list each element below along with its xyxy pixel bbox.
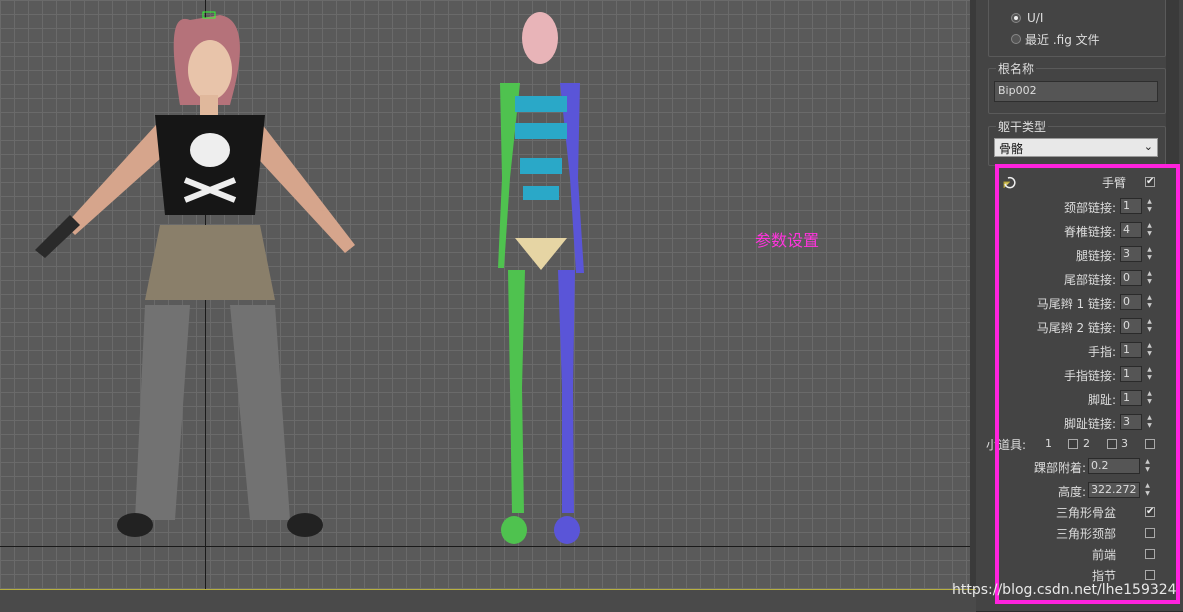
spinner-buttons[interactable]: ▲ ▼ — [1145, 318, 1154, 334]
spinner-buttons[interactable]: ▲ ▼ — [1145, 294, 1154, 310]
option-checkbox[interactable] — [1145, 549, 1155, 559]
spinner-input[interactable]: 1 — [1120, 198, 1142, 214]
spinner-label: 马尾辫 2 链接: — [1036, 321, 1116, 335]
spinner-buttons[interactable]: ▲ ▼ — [1145, 246, 1154, 262]
timeline-bar[interactable] — [0, 589, 976, 612]
spinner-label: 脚趾: — [1087, 393, 1116, 407]
root-name-title: 根名称 — [996, 60, 1037, 77]
panel-scrollbar[interactable] — [1166, 0, 1179, 164]
spinner-buttons[interactable]: ▲ ▼ — [1145, 414, 1154, 430]
ankle-input[interactable]: 0.2 — [1088, 458, 1140, 474]
spinner-label: 尾部链接: — [1063, 273, 1116, 287]
spinner-input[interactable]: 3 — [1120, 414, 1142, 430]
radio-ui-label: U/I — [1027, 11, 1044, 25]
option-checkbox[interactable] — [1145, 528, 1155, 538]
spinner-input[interactable]: 0 — [1120, 294, 1142, 310]
spinner-input[interactable]: 0 — [1120, 270, 1142, 286]
spinner-label: 手指链接: — [1063, 369, 1116, 383]
spinner-label: 脚趾链接: — [1063, 417, 1116, 431]
spinner-buttons[interactable]: ▲ ▼ — [1145, 390, 1154, 406]
watermark: https://blog.csdn.net/lhe159324 — [952, 582, 1177, 598]
spinner-label: 颈部链接: — [1063, 201, 1116, 215]
props-opt2-checkbox[interactable] — [1107, 439, 1117, 449]
spinner-buttons[interactable]: ▲ ▼ — [1145, 366, 1154, 382]
option-checkbox[interactable] — [1145, 570, 1155, 580]
spinner-label: 腿链接: — [1075, 249, 1116, 263]
body-type-value: 骨骼 — [999, 142, 1024, 156]
props-label: 小道具: — [986, 438, 1027, 452]
props-opt3-checkbox[interactable] — [1145, 439, 1155, 449]
arms-checkbox[interactable]: ✔ — [1145, 177, 1155, 187]
arms-label: 手臂 — [1102, 176, 1127, 190]
perspective-viewport[interactable]: 参数设置 — [0, 0, 976, 611]
radio-ui[interactable] — [1011, 13, 1021, 23]
ankle-spinner-buttons[interactable]: ▲ ▼ — [1143, 458, 1152, 474]
option-checkbox[interactable]: ✔ — [1145, 507, 1155, 517]
radio-recent-label: 最近 .fig 文件 — [1025, 33, 1100, 47]
biped-skeleton[interactable] — [470, 8, 620, 548]
spinner-buttons[interactable]: ▲ ▼ — [1145, 198, 1154, 214]
chevron-down-icon: ⌄ — [1143, 140, 1153, 153]
height-input[interactable]: 322.272 — [1088, 482, 1140, 498]
root-name-field[interactable]: Bip002 — [994, 81, 1158, 102]
spinner-input[interactable]: 1 — [1120, 366, 1142, 382]
spinner-input[interactable]: 3 — [1120, 246, 1142, 262]
spinner-input[interactable]: 0 — [1120, 318, 1142, 334]
spinner-buttons[interactable]: ▲ ▼ — [1145, 270, 1154, 286]
spinner-input[interactable]: 4 — [1120, 222, 1142, 238]
spinner-label: 脊椎链接: — [1063, 225, 1116, 239]
props-opt3-label: 3 — [1121, 437, 1128, 450]
height-spinner-buttons[interactable]: ▲ ▼ — [1143, 482, 1152, 498]
params-annotation: 参数设置 — [755, 231, 820, 250]
body-type-dropdown[interactable]: 骨骼 ⌄ — [994, 138, 1158, 157]
spinner-label: 马尾辫 1 链接: — [1036, 297, 1116, 311]
fig-file-group — [988, 0, 1166, 57]
refresh-icon[interactable] — [1002, 176, 1016, 190]
props-opt1-checkbox[interactable] — [1068, 439, 1078, 449]
spinner-input[interactable]: 1 — [1120, 390, 1142, 406]
character-model[interactable] — [15, 10, 395, 550]
command-panel: U/I 最近 .fig 文件 根名称 Bip002 躯干类型 骨骼 ⌄ 手臂 ✔… — [976, 0, 1183, 611]
option-label: 三角形颈部 — [1055, 527, 1116, 541]
radio-recent-fig[interactable] — [1011, 34, 1021, 44]
props-opt1-label: 1 — [1045, 437, 1052, 450]
spinner-buttons[interactable]: ▲ ▼ — [1145, 342, 1154, 358]
spinner-input[interactable]: 1 — [1120, 342, 1142, 358]
height-label: 高度: — [1057, 485, 1086, 499]
spinner-buttons[interactable]: ▲ ▼ — [1145, 222, 1154, 238]
ankle-label: 踝部附着: — [1033, 461, 1086, 475]
option-label: 前端 — [1091, 548, 1116, 562]
spinner-label: 手指: — [1087, 345, 1116, 359]
option-label: 三角形骨盆 — [1055, 506, 1116, 520]
body-type-title: 躯干类型 — [996, 118, 1049, 135]
props-opt2-label: 2 — [1083, 437, 1090, 450]
